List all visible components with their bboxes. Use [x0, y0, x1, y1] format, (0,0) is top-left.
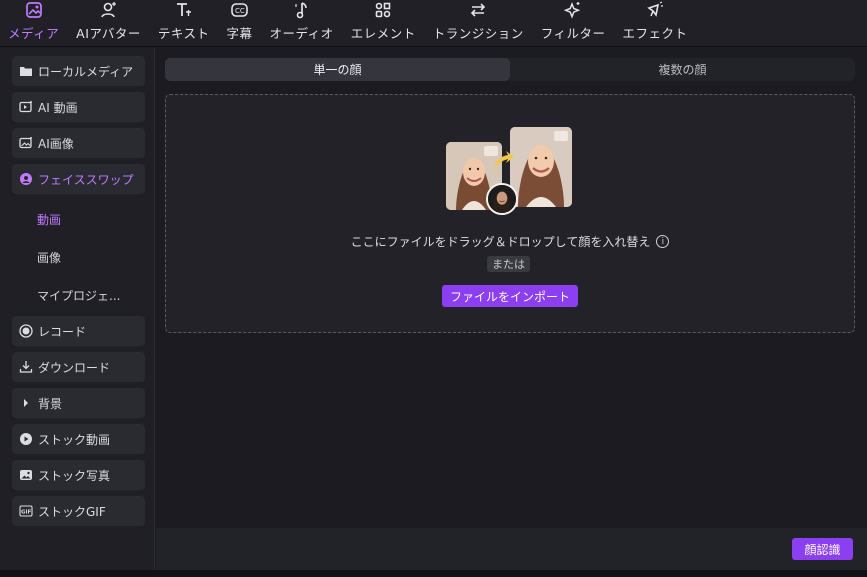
target-face-thumbnail	[510, 127, 572, 207]
sidebar-item-stock-gif[interactable]: GIF ストックGIF	[12, 496, 145, 526]
sidebar-subitem-my-projects[interactable]: マイプロジェ...	[12, 276, 145, 314]
tab-single-face[interactable]: 単一の顔	[165, 58, 510, 81]
or-label: または	[487, 256, 530, 272]
face-recognition-button[interactable]: 顔認識	[792, 538, 853, 560]
tab-effect-label: エフェクト	[622, 26, 688, 41]
tab-transition[interactable]: トランジション	[433, 0, 524, 46]
download-icon	[18, 359, 34, 375]
tab-effect[interactable]: エフェクト	[622, 0, 687, 46]
folder-icon	[18, 63, 34, 79]
sidebar-item-label: ストックGIF	[38, 504, 106, 519]
text-icon	[173, 0, 195, 21]
sidebar-item-download[interactable]: ダウンロード	[12, 352, 145, 382]
tab-audio[interactable]: オーディオ	[270, 0, 334, 46]
tab-text-label: テキスト	[157, 26, 210, 41]
sidebar-item-local-media[interactable]: ローカルメディア	[12, 56, 145, 86]
stock-video-icon	[18, 431, 34, 447]
drop-instruction-text: ここにファイルをドラッグ＆ドロップして顔を入れ替え	[350, 235, 651, 249]
tab-media[interactable]: メディア	[8, 0, 59, 46]
sidebar-item-face-swap[interactable]: フェイススワップ	[12, 164, 145, 194]
sidebar-subitem-image[interactable]: 画像	[12, 238, 145, 276]
ai-avatar-icon	[98, 0, 120, 21]
sidebar-item-label: レコード	[38, 324, 87, 339]
sidebar-item-label: AI画像	[38, 136, 74, 151]
tab-element[interactable]: エレメント	[351, 0, 416, 46]
sidebar-item-ai-image[interactable]: AI画像	[12, 128, 145, 158]
top-toolbar: メディア AIアバター テキスト CC 字幕 オーディオ エレメント トランジシ…	[0, 0, 867, 47]
tab-multiple-faces[interactable]: 複数の顔	[510, 58, 855, 81]
face-mode-switch: 単一の顔 複数の顔	[165, 58, 855, 81]
sidebar-item-label: AI 動画	[38, 100, 78, 115]
sidebar-item-ai-video[interactable]: AI 動画	[12, 92, 145, 122]
sidebar-item-background[interactable]: 背景	[12, 388, 145, 418]
record-icon	[18, 323, 34, 339]
tab-filter-label: フィルター	[540, 26, 606, 41]
tab-filter[interactable]: フィルター	[541, 0, 606, 46]
sidebar-item-label: ストック写真	[38, 468, 111, 483]
info-icon[interactable]: i	[656, 235, 670, 248]
audio-icon	[291, 0, 313, 21]
stock-photo-icon	[18, 467, 34, 483]
tab-ai-avatar[interactable]: AIアバター	[76, 0, 141, 46]
tab-caption-label: 字幕	[226, 26, 253, 41]
sidebar-item-label: ダウンロード	[38, 360, 111, 375]
ai-video-icon	[18, 99, 34, 115]
file-drop-zone[interactable]: ここにファイルをドラッグ＆ドロップして顔を入れ替え i または ファイルをインポ…	[165, 94, 855, 333]
sidebar-item-label: 背景	[38, 396, 63, 411]
tab-transition-label: トランジション	[432, 26, 524, 41]
caret-right-icon	[18, 395, 34, 411]
sidebar-item-stock-photo[interactable]: ストック写真	[12, 460, 145, 490]
caption-icon: CC	[229, 0, 251, 21]
filter-icon	[562, 0, 584, 21]
sidebar-item-label: ストック動画	[38, 432, 111, 447]
import-file-button[interactable]: ファイルをインポート	[442, 285, 578, 307]
face-swap-illustration	[446, 127, 574, 219]
svg-text:CC: CC	[235, 7, 245, 15]
main-panel: 単一の顔 複数の顔 ここにファイルをドラッグ＆ドロップして顔を入れ替え i また…	[156, 48, 867, 528]
tab-text[interactable]: テキスト	[158, 0, 210, 46]
effect-icon	[644, 0, 666, 21]
element-icon	[372, 0, 394, 21]
video-badge-icon	[554, 131, 568, 141]
bottom-bar: 顔認識	[156, 528, 867, 570]
ai-image-icon	[18, 135, 34, 151]
swap-arrow-icon	[494, 151, 514, 169]
sidebar-item-label: ローカルメディア	[38, 64, 134, 79]
tab-audio-label: オーディオ	[269, 26, 334, 41]
sidebar-item-stock-video[interactable]: ストック動画	[12, 424, 145, 454]
tab-caption[interactable]: CC 字幕	[227, 0, 253, 46]
face-swap-icon	[18, 171, 34, 187]
drop-instruction: ここにファイルをドラッグ＆ドロップして顔を入れ替え i	[166, 233, 854, 250]
sidebar: ローカルメディア AI 動画 AI画像 フェイススワップ 動画 画像 マイプロジ…	[0, 48, 155, 570]
gif-icon: GIF	[18, 503, 34, 519]
tab-ai-avatar-label: AIアバター	[76, 26, 141, 41]
tab-media-label: メディア	[8, 26, 60, 41]
tab-element-label: エレメント	[350, 26, 416, 41]
svg-text:GIF: GIF	[21, 510, 32, 516]
sidebar-subitem-video[interactable]: 動画	[12, 200, 145, 238]
media-icon	[23, 0, 45, 21]
transition-icon	[467, 0, 489, 21]
new-face-avatar	[486, 183, 518, 215]
sidebar-item-label: フェイススワップ	[38, 172, 134, 187]
footer-strip	[0, 570, 867, 577]
sidebar-item-record[interactable]: レコード	[12, 316, 145, 346]
